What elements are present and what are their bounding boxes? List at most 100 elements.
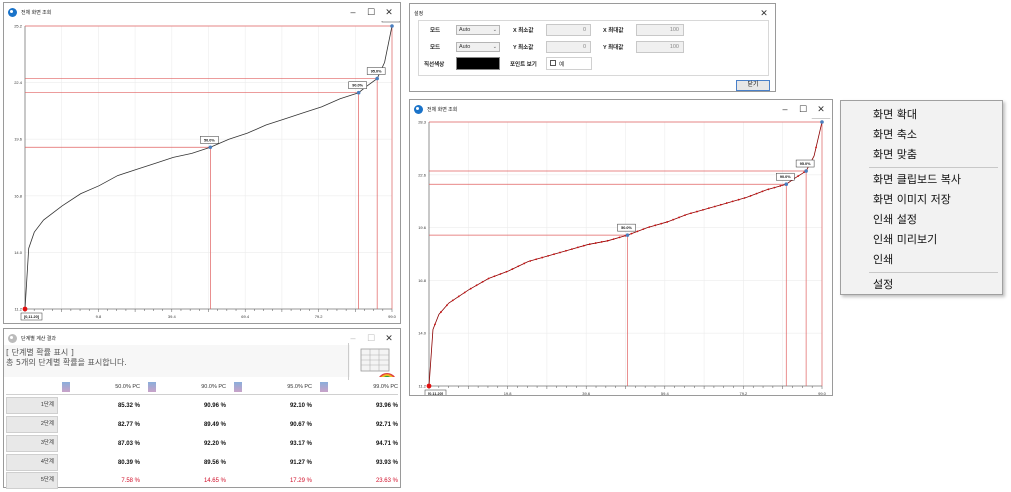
- menu-item-fit[interactable]: 화면 맞춤: [873, 146, 917, 162]
- data-point: [654, 224, 657, 227]
- y-max-input[interactable]: 100: [636, 41, 684, 53]
- close-button[interactable]: ✕: [380, 3, 398, 21]
- window-title: 전체 화면 조회: [21, 9, 52, 16]
- data-point: [761, 190, 764, 193]
- line-color-swatch[interactable]: [456, 57, 500, 70]
- close-button[interactable]: ✕: [812, 100, 830, 118]
- table-cell: 92.20 %: [203, 441, 226, 447]
- line-color-label: 직선색상: [424, 62, 445, 68]
- maximize-button[interactable]: ☐: [794, 100, 812, 118]
- percentile-marker: [356, 90, 361, 95]
- data-point: [743, 197, 746, 199]
- data-point: [713, 205, 716, 208]
- data-point: [517, 265, 520, 268]
- data-point: [612, 238, 615, 241]
- menu-item-print-setup[interactable]: 인쇄 설정: [873, 211, 917, 227]
- point-view-label: 포인트 보기: [510, 62, 537, 68]
- data-point: [737, 198, 740, 201]
- data-point: [434, 323, 436, 326]
- x-tick-label: 39.4: [168, 314, 177, 319]
- window-title: 전체 화면 조회: [427, 106, 458, 113]
- line-chart[interactable]: 25.2 22.4 19.6 16.8 14.0 11.2 9.8 39.4 69.4 79.2 9…: [4, 21, 400, 323]
- maximize-button[interactable]: ☐: [362, 3, 380, 21]
- x-tick-label: 69.4: [241, 314, 250, 319]
- table-cell: 80.39 %: [117, 460, 140, 466]
- menu-item-print-preview[interactable]: 인쇄 미리보기: [873, 231, 937, 247]
- y-mode-value: Auto: [459, 44, 471, 50]
- data-point: [749, 195, 752, 197]
- header-scrollbar[interactable]: [348, 343, 354, 380]
- menu-item-settings[interactable]: 설정: [873, 276, 893, 292]
- x-mode-select[interactable]: Auto ⌄: [456, 25, 500, 35]
- data-point: [571, 248, 573, 250]
- title-bar: 전체 화면 조회: [410, 100, 832, 118]
- app-icon: [8, 7, 17, 17]
- minimize-button[interactable]: –: [344, 3, 362, 21]
- table-cell: 92.71 %: [375, 422, 398, 428]
- percentile-marker: [208, 145, 213, 150]
- close-dialog-button[interactable]: 닫기: [736, 80, 770, 91]
- data-point: [642, 228, 645, 231]
- spreadsheet-gauge-icon: [360, 348, 395, 377]
- percentile-label: 90.0%: [352, 84, 363, 88]
- line-chart[interactable]: 28.3 22.6 19.6 16.8 14.0 11.2 19.8 39.6 59.4 79.2…: [410, 118, 832, 395]
- column-header-50[interactable]: 50.0% PC: [60, 380, 140, 394]
- y-tick-label: 25.2: [14, 24, 23, 29]
- menu-item-save-image[interactable]: 화면 이미지 저장: [873, 191, 951, 207]
- table-cell: 23.63 %: [375, 478, 398, 484]
- data-point: [731, 200, 734, 203]
- data-point: [725, 202, 728, 204]
- y-mode-select[interactable]: Auto ⌄: [456, 42, 500, 52]
- data-point: [493, 275, 496, 278]
- x-tick-label: 99.0: [818, 391, 827, 395]
- x-tick-label: 39.6: [582, 391, 591, 395]
- data-point: [648, 226, 651, 228]
- data-point: [606, 239, 609, 242]
- data-point: [541, 256, 544, 259]
- table-cell: 89.56 %: [203, 460, 226, 466]
- data-point: [440, 311, 442, 313]
- row-header[interactable]: 1단계: [6, 397, 58, 414]
- data-point: [469, 287, 472, 290]
- data-point: [755, 192, 758, 195]
- x-mode-value: Auto: [459, 27, 471, 33]
- table-cell: 94.71 %: [375, 441, 398, 447]
- data-point: [666, 221, 669, 223]
- y-min-input[interactable]: 0: [546, 41, 591, 53]
- menu-item-copy-clipboard[interactable]: 화면 클립보드 복사: [873, 171, 961, 187]
- table-cell: 93.17 %: [289, 441, 312, 447]
- column-header-95[interactable]: 95.0% PC: [232, 380, 312, 394]
- x-min-input[interactable]: 0: [546, 24, 591, 36]
- header-divider: [6, 394, 398, 395]
- x-max-label: X 최대값: [603, 28, 624, 34]
- data-point: [535, 258, 538, 261]
- results-subheading: 총 5개의 단계별 확률을 표시합니다.: [6, 358, 127, 367]
- column-header-90[interactable]: 90.0% PC: [146, 380, 226, 394]
- point-view-checkbox[interactable]: [550, 60, 556, 66]
- row-header[interactable]: 3단계: [6, 435, 58, 452]
- data-point: [779, 185, 782, 187]
- start-label: [0,11.20]: [428, 392, 444, 395]
- row-header[interactable]: 2단계: [6, 416, 58, 433]
- minimize-button[interactable]: –: [776, 100, 794, 118]
- point-view-check-label: 예: [559, 62, 565, 68]
- y-tick-label: 11.2: [419, 384, 427, 389]
- table-cell: 82.77 %: [117, 422, 140, 428]
- data-point: [576, 246, 579, 249]
- mode-label-y: 모드: [430, 45, 441, 51]
- menu-item-print[interactable]: 인쇄: [873, 251, 893, 267]
- column-header-99[interactable]: 99.0% PC: [318, 380, 398, 394]
- data-point: [463, 291, 466, 294]
- x-tick-label: 19.8: [504, 391, 513, 395]
- x-max-input[interactable]: 100: [636, 24, 684, 36]
- percentile-marker: [625, 233, 630, 237]
- data-point: [529, 260, 532, 262]
- probability-icon: [320, 382, 328, 392]
- data-point: [767, 188, 770, 191]
- row-header[interactable]: 4단계: [6, 454, 58, 471]
- row-header[interactable]: 5단계: [6, 472, 58, 489]
- x-tick-label: 79.2: [315, 314, 324, 319]
- start-label: [0,11.20]: [24, 315, 40, 319]
- menu-item-zoom-out[interactable]: 화면 축소: [873, 126, 917, 142]
- menu-item-zoom-in[interactable]: 화면 확대: [873, 106, 917, 122]
